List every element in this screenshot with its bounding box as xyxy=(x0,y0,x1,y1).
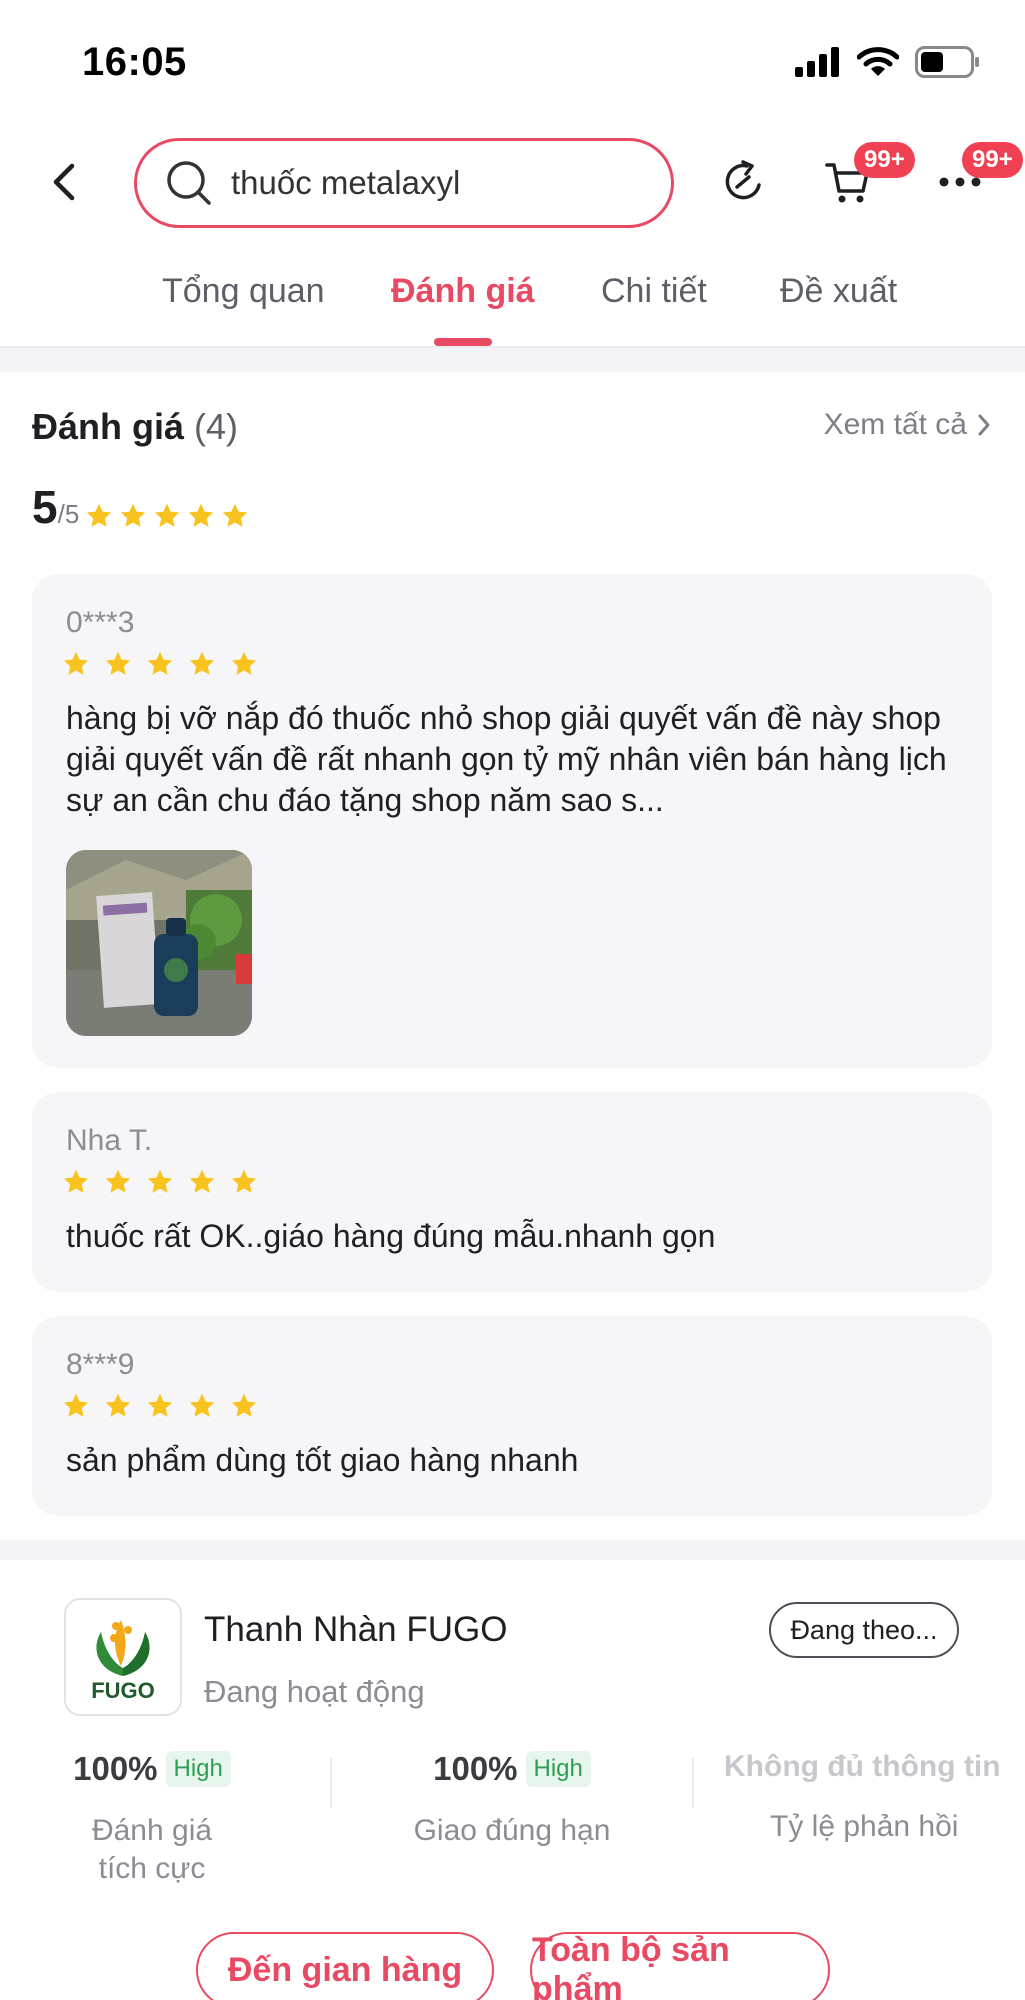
cellular-signal-icon xyxy=(795,47,839,77)
star-icon xyxy=(231,1169,257,1193)
share-icon xyxy=(725,160,761,200)
review-username: Nha T. xyxy=(66,1124,153,1157)
star-icon xyxy=(147,651,173,675)
review-username: 8***9 xyxy=(66,1348,135,1381)
status-time: 16:05 xyxy=(82,40,187,84)
review-stars xyxy=(62,650,258,678)
chevron-left-icon xyxy=(53,163,75,201)
star-icon xyxy=(189,1169,215,1193)
shop-name[interactable]: Thanh Nhàn FUGO xyxy=(204,1610,507,1650)
review-photo[interactable] xyxy=(66,850,252,1036)
star-icon xyxy=(105,651,131,675)
battery-icon xyxy=(915,46,979,78)
top-nav: thuốc metalaxyl 99+ 99+ xyxy=(0,134,1025,230)
tab-recommendations[interactable]: Đề xuất xyxy=(780,272,897,311)
review-card: Nha T. thuốc rất OK..giáo hàng đúng mẫu.… xyxy=(32,1092,992,1292)
tab-reviews[interactable]: Đánh giá xyxy=(391,272,535,311)
reviews-count: (4) xyxy=(194,406,239,447)
star-icon xyxy=(105,1393,131,1417)
wifi-icon xyxy=(857,47,899,76)
review-username: 0***3 xyxy=(66,606,135,639)
overall-stars xyxy=(85,502,249,530)
review-card: 0***3 hàng bị vỡ nắp đó thuốc nhỏ shop g… xyxy=(32,574,992,1068)
metric-label: Giao đúng hạn xyxy=(413,1814,611,1847)
see-all-label: Xem tất cả xyxy=(823,408,967,441)
metric-on-time-delivery: 100% High Giao đúng hạn xyxy=(392,1750,632,1850)
review-stars xyxy=(62,1168,258,1196)
chevron-right-icon xyxy=(978,414,990,436)
star-icon xyxy=(155,503,180,527)
star-icon xyxy=(121,503,146,527)
star-icon xyxy=(223,503,248,527)
star-icon xyxy=(147,1169,173,1193)
fugo-leaf-logo xyxy=(96,1620,150,1676)
reviews-title: Đánh giá (4) xyxy=(32,406,238,448)
search-icon xyxy=(167,161,211,205)
go-to-store-button[interactable]: Đến gian hàng xyxy=(196,1932,494,2000)
review-stars xyxy=(62,1392,258,1420)
overall-rating: 5 /5 xyxy=(32,484,249,530)
search-query: thuốc metalaxyl xyxy=(231,164,461,201)
see-all-link[interactable]: Xem tất cả xyxy=(824,408,991,442)
back-button[interactable] xyxy=(44,158,84,206)
review-text: hàng bị vỡ nắp đó thuốc nhỏ shop giải qu… xyxy=(66,700,947,818)
metric-value: Không đủ thông tin xyxy=(724,1750,1001,1783)
star-icon xyxy=(105,1169,131,1193)
tab-bar: Tổng quan Đánh giá Chi tiết Đề xuất xyxy=(0,262,1025,348)
follow-button[interactable]: Đang theo... xyxy=(769,1602,959,1658)
review-card: 8***9 sản phẩm dùng tốt giao hàng nhanh xyxy=(32,1316,992,1516)
review-text: thuốc rất OK..giáo hàng đúng mẫu.nhanh g… xyxy=(66,1218,716,1254)
metric-positive-reviews: 100% High Đánh giá tích cực xyxy=(52,1750,252,1888)
metric-tag: High xyxy=(525,1751,591,1787)
section-divider xyxy=(0,348,1025,372)
tab-overview[interactable]: Tổng quan xyxy=(162,272,325,311)
more-icon xyxy=(939,177,981,187)
rating-max: /5 xyxy=(57,499,80,529)
star-icon xyxy=(63,651,89,675)
section-divider xyxy=(0,1540,1025,1560)
metric-divider xyxy=(692,1758,694,1808)
shop-logo[interactable]: FUGO xyxy=(64,1598,182,1716)
all-products-button[interactable]: Toàn bộ sản phẩm xyxy=(530,1931,830,2000)
more-badge: 99+ xyxy=(962,142,1023,178)
rating-score: 5 xyxy=(32,481,58,533)
active-tab-indicator xyxy=(434,338,492,346)
shop-logo-text: FUGO xyxy=(91,1678,155,1703)
share-button[interactable] xyxy=(716,154,772,210)
metric-label-line2: tích cực xyxy=(98,1852,206,1885)
status-bar: 16:05 xyxy=(0,0,1025,120)
star-icon xyxy=(231,651,257,675)
star-icon xyxy=(189,1393,215,1417)
star-icon xyxy=(189,503,214,527)
star-icon xyxy=(87,503,112,527)
shop-status: Đang hoạt động xyxy=(204,1674,425,1709)
search-input[interactable]: thuốc metalaxyl xyxy=(134,138,674,228)
star-icon xyxy=(231,1393,257,1417)
product-photo-image xyxy=(66,850,252,1036)
metric-label: Đánh giá xyxy=(91,1814,213,1847)
star-icon xyxy=(147,1393,173,1417)
star-icon xyxy=(63,1169,89,1193)
reviews-title-text: Đánh giá xyxy=(32,406,185,447)
metric-tag: High xyxy=(165,1751,231,1787)
status-icons xyxy=(795,46,981,78)
metric-divider xyxy=(330,1758,332,1808)
review-text: sản phẩm dùng tốt giao hàng nhanh xyxy=(66,1442,579,1478)
metric-value: 100% xyxy=(73,1750,158,1787)
metric-label: Tỷ lệ phản hồi xyxy=(770,1810,959,1843)
star-icon xyxy=(63,1393,89,1417)
star-icon xyxy=(189,651,215,675)
cart-badge: 99+ xyxy=(854,142,915,178)
shop-section: FUGO Thanh Nhàn FUGO Đang hoạt động Đang… xyxy=(0,1560,1025,2000)
metric-value: 100% xyxy=(433,1750,518,1787)
tab-details[interactable]: Chi tiết xyxy=(601,272,707,311)
metric-response-rate: Không đủ thông tin Tỷ lệ phản hồi xyxy=(724,1750,1024,1846)
